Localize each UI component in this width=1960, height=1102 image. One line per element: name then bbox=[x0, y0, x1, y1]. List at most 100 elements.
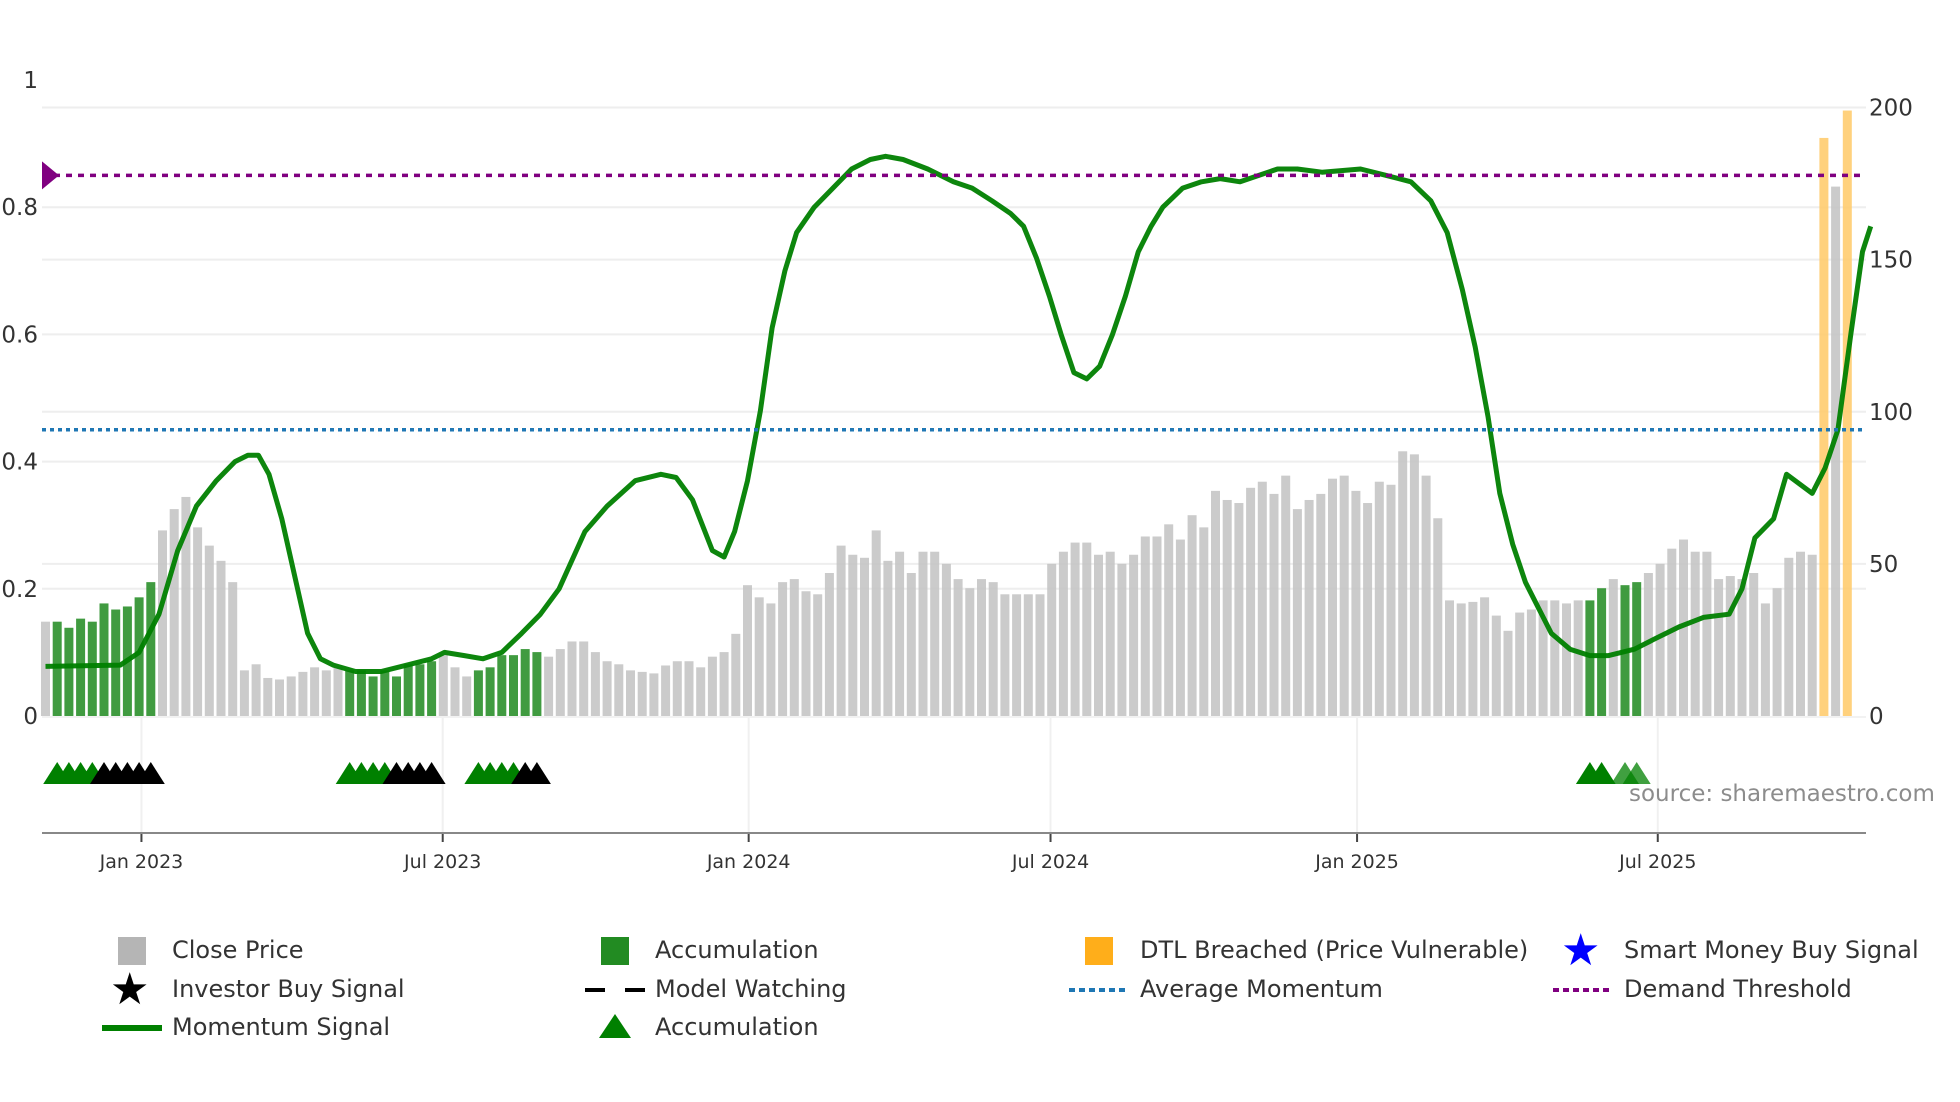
close-price-bar bbox=[1562, 603, 1571, 716]
demand-threshold-marker bbox=[42, 161, 59, 190]
accumulation-bar bbox=[532, 652, 542, 716]
accumulation-bar bbox=[485, 667, 495, 716]
accumulation-bar bbox=[64, 627, 74, 716]
bars bbox=[41, 110, 1852, 717]
right-tick-label: 100 bbox=[1869, 400, 1913, 426]
right-tick-label: 50 bbox=[1869, 552, 1898, 578]
close-price-bar bbox=[1304, 499, 1314, 716]
close-price-bar bbox=[1456, 603, 1466, 716]
close-price-bar bbox=[766, 603, 776, 716]
close-price-bar bbox=[590, 652, 600, 716]
close-price-bar bbox=[801, 591, 811, 716]
close-price-bar bbox=[684, 661, 694, 716]
close-price-bar bbox=[193, 527, 203, 716]
right-tick-label: 200 bbox=[1869, 96, 1913, 122]
accumulation-bar bbox=[427, 661, 437, 716]
close-price-bar bbox=[1129, 554, 1139, 716]
close-price-bar bbox=[848, 554, 858, 716]
close-price-bar bbox=[1725, 576, 1735, 716]
close-price-bar bbox=[1339, 475, 1349, 716]
close-price-bar bbox=[1480, 597, 1490, 716]
close-price-bar bbox=[1140, 536, 1150, 716]
close-price-bar bbox=[906, 573, 916, 716]
left-tick-label: 0.4 bbox=[1, 450, 38, 476]
accumulation-bar bbox=[87, 621, 97, 716]
close-price-bar bbox=[158, 530, 167, 716]
close-price-bar bbox=[1281, 475, 1291, 716]
close-price-bar bbox=[1772, 588, 1782, 716]
accumulation-bar bbox=[99, 603, 109, 716]
right-tick-label: 150 bbox=[1869, 248, 1913, 274]
legend-star-icon: ★ bbox=[1561, 925, 1601, 976]
legend-label: Average Momentum bbox=[1140, 975, 1383, 1003]
close-price-bar bbox=[965, 588, 975, 716]
close-price-bar bbox=[1328, 478, 1337, 716]
close-price-bar bbox=[1058, 551, 1068, 716]
accumulation-bar bbox=[509, 655, 518, 716]
legend-label: Accumulation bbox=[655, 1013, 819, 1041]
close-price-bar bbox=[462, 676, 472, 716]
x-tick-label: Jul 2024 bbox=[1011, 851, 1089, 873]
accumulation-bar bbox=[356, 670, 366, 716]
legend-label: Smart Money Buy Signal bbox=[1624, 936, 1919, 964]
accumulation-bar bbox=[146, 582, 156, 716]
legend-label: DTL Breached (Price Vulnerable) bbox=[1140, 936, 1529, 964]
close-price-bar bbox=[1012, 594, 1022, 716]
legend-dash-icon bbox=[585, 988, 645, 992]
close-price-bar bbox=[579, 641, 589, 716]
close-price-bar bbox=[813, 594, 823, 716]
close-price-bar bbox=[895, 551, 905, 716]
close-price-bar bbox=[672, 661, 682, 716]
close-price-bar bbox=[661, 665, 671, 716]
close-price-bar bbox=[1503, 630, 1513, 716]
close-price-bar bbox=[1398, 451, 1408, 716]
close-price-bar bbox=[228, 582, 238, 716]
legend-dotted-line-icon bbox=[1553, 988, 1613, 992]
close-price-bar bbox=[1292, 509, 1302, 716]
close-price-bar bbox=[321, 670, 331, 716]
close-price-bar bbox=[1047, 563, 1057, 716]
left-tick-label: 0.2 bbox=[1, 577, 38, 603]
close-price-bar bbox=[567, 641, 577, 716]
accumulation-bar bbox=[415, 664, 425, 716]
close-price-bar bbox=[169, 509, 179, 716]
gridlines bbox=[42, 106, 1866, 832]
close-price-bar bbox=[1515, 612, 1525, 716]
accumulation-bar bbox=[1585, 600, 1595, 716]
close-price-bar bbox=[239, 670, 249, 716]
close-price-bar bbox=[719, 652, 729, 716]
close-price-bar bbox=[1117, 563, 1127, 716]
left-tick-label: 0.8 bbox=[1, 195, 38, 221]
close-price-bar bbox=[1491, 615, 1501, 716]
close-price-bar bbox=[754, 597, 764, 716]
legend-label: Investor Buy Signal bbox=[172, 975, 405, 1003]
close-price-bar bbox=[1094, 554, 1103, 716]
close-price-bar bbox=[1421, 475, 1431, 716]
close-price-bar bbox=[637, 671, 647, 716]
close-price-bar bbox=[1316, 493, 1326, 716]
close-price-bar bbox=[1608, 579, 1618, 716]
close-price-bar bbox=[1386, 484, 1396, 716]
close-price-bar bbox=[1222, 499, 1232, 716]
close-price-bar bbox=[298, 671, 308, 716]
legend-star-icon: ★ bbox=[110, 964, 150, 1015]
close-price-bar bbox=[1070, 542, 1080, 716]
right-tick-label: 0 bbox=[1869, 704, 1884, 730]
close-price-bar bbox=[1175, 539, 1185, 716]
left-tick-label: 0.6 bbox=[1, 322, 38, 348]
source-annotation: source: sharemaestro.com bbox=[1629, 781, 1935, 807]
left-tick-label: 0 bbox=[23, 704, 38, 730]
close-price-bar bbox=[1760, 603, 1770, 716]
legend-square-icon bbox=[1085, 937, 1113, 965]
close-price-bar bbox=[1445, 600, 1454, 716]
close-price-bar bbox=[626, 670, 635, 716]
close-price-bar bbox=[1164, 524, 1174, 716]
legend-square-icon bbox=[601, 937, 629, 965]
accumulation-bar bbox=[345, 670, 355, 716]
close-price-bar bbox=[871, 530, 881, 716]
close-price-bar bbox=[602, 661, 612, 716]
close-price-bar bbox=[731, 633, 741, 716]
accumulation-bar bbox=[473, 670, 483, 716]
close-price-bar bbox=[450, 667, 460, 716]
close-price-bar bbox=[275, 679, 284, 716]
